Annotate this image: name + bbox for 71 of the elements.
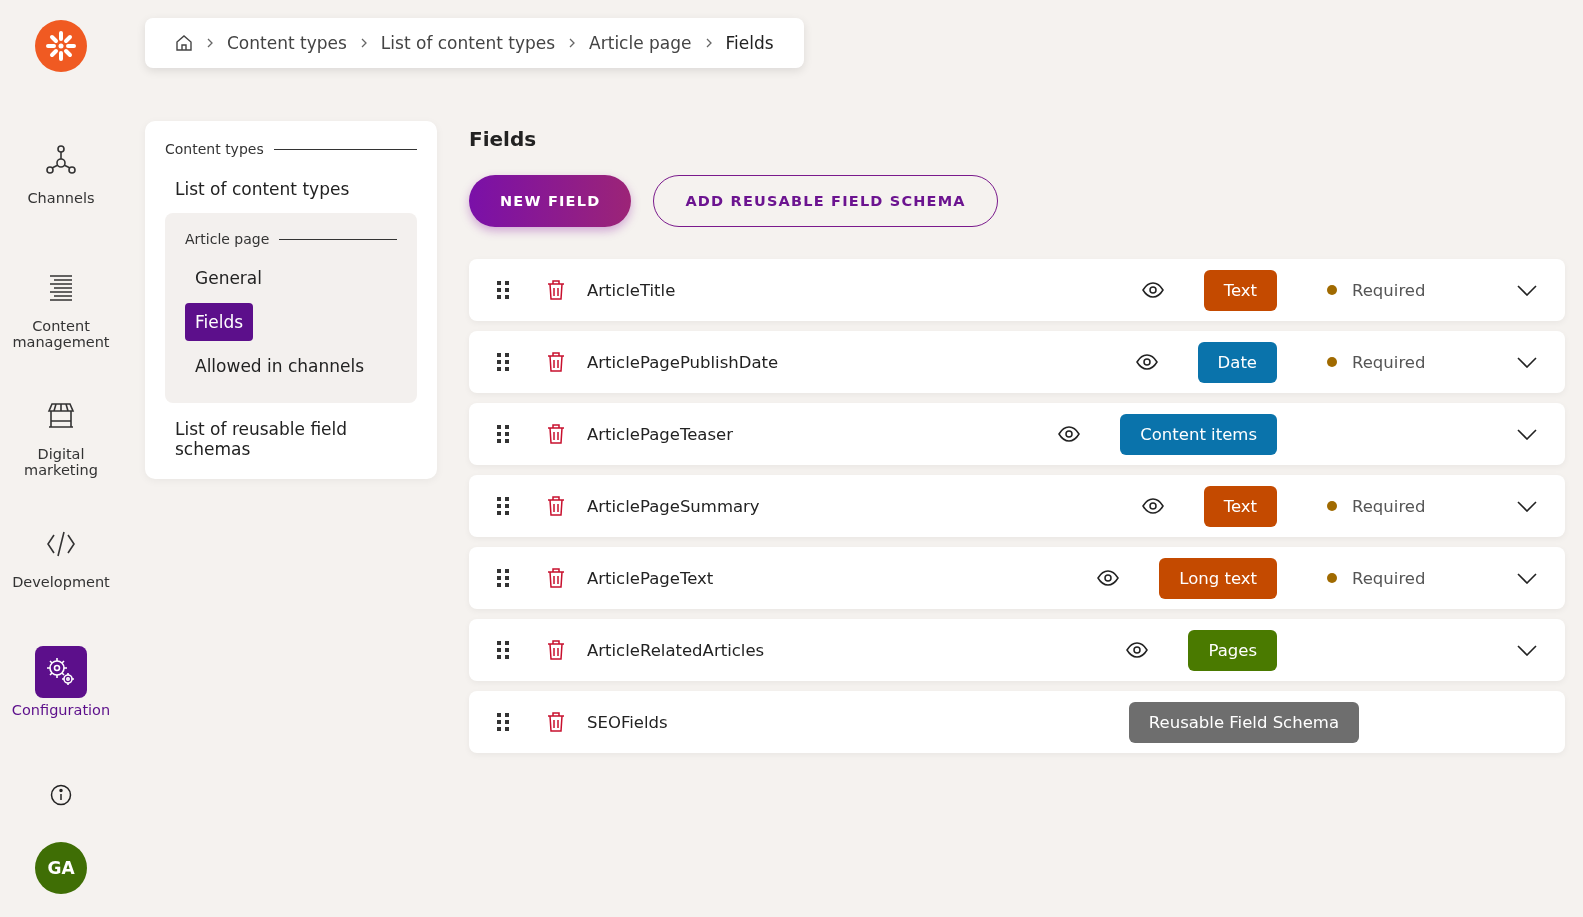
drag-handle-icon[interactable] [497,353,509,371]
type-tag: Long text [1159,557,1277,599]
chevron-down-icon[interactable] [1517,428,1537,440]
nav-item[interactable]: Development [6,518,116,646]
field-name: ArticleTitle [587,280,677,300]
delete-icon[interactable] [547,423,565,445]
type-tag: Pages [1188,629,1277,671]
eye-icon[interactable] [1135,354,1158,370]
delete-icon[interactable] [547,567,565,589]
breadcrumb-link[interactable]: List of content types [380,33,556,53]
eye-icon[interactable] [1058,426,1081,442]
drag-handle-icon[interactable] [497,713,509,731]
panel-item[interactable]: General [185,259,272,297]
drag-handle-icon[interactable] [497,569,509,587]
type-tag: Text [1203,269,1277,311]
user-avatar[interactable]: GA [35,842,87,894]
required-label: Required [1352,496,1426,516]
panel-link[interactable]: List of content types [175,179,407,199]
field-name: ArticlePagePublishDate [587,352,780,372]
delete-icon[interactable] [547,711,565,733]
chevron-right-icon [569,38,576,48]
panel-item[interactable]: Fields [185,303,254,341]
chevron-down-icon[interactable] [1517,500,1537,512]
field-name: SEOFields [587,712,669,732]
chevron-down-icon[interactable] [1517,644,1537,656]
chevron-down-icon[interactable] [1517,356,1537,368]
breadcrumb-link[interactable]: Article page [589,33,692,53]
chevron-right-icon [705,38,712,48]
nav-item[interactable]: Content management [6,262,116,390]
required-label: Required [1352,280,1426,300]
section-heading: Article page [185,231,270,247]
type-tag: Content items [1120,413,1277,455]
type-tag: Reusable Field Schema [1128,701,1359,743]
drag-handle-icon[interactable] [497,281,509,299]
delete-icon[interactable] [547,279,565,301]
eye-icon[interactable] [1141,498,1164,514]
chevron-right-icon [360,38,367,48]
chevron-right-icon [207,38,213,48]
nav-item[interactable]: Configuration [6,646,116,774]
network-icon [44,143,78,177]
nav-item[interactable]: Digital marketing [6,390,116,518]
drag-handle-icon[interactable] [497,425,509,443]
type-tag: Date [1197,341,1277,383]
required-label: Required [1352,352,1426,372]
new-field-button[interactable]: NEW FIELD [469,175,632,227]
logo-icon[interactable] [35,20,87,72]
nav-item[interactable]: Channels [6,134,116,262]
delete-icon[interactable] [547,495,565,517]
info-icon[interactable] [50,784,72,806]
field-name: ArticleRelatedArticles [587,640,766,660]
panel-item[interactable]: Allowed in channels [185,347,375,385]
home-icon[interactable] [175,34,193,52]
field-name: ArticlePageSummary [587,496,761,516]
eye-icon[interactable] [1097,570,1120,586]
panel-link[interactable]: List of reusable field schemas [175,419,375,459]
eye-icon[interactable] [1141,282,1164,298]
type-tag: Text [1203,485,1277,527]
section-heading: Content types [165,141,264,157]
eye-icon[interactable] [1126,642,1149,658]
delete-icon[interactable] [547,351,565,373]
field-name: ArticlePageText [587,568,715,588]
chevron-down-icon[interactable] [1517,572,1537,584]
breadcrumb-link[interactable]: Fields [725,33,774,53]
drag-handle-icon[interactable] [497,641,509,659]
page-title: Fields [469,127,538,151]
breadcrumb-link[interactable]: Content types [227,33,347,53]
chevron-down-icon[interactable] [1517,284,1537,296]
field-name: ArticlePageTeaser [587,424,734,444]
drag-handle-icon[interactable] [497,497,509,515]
delete-icon[interactable] [547,639,565,661]
required-label: Required [1352,568,1426,588]
